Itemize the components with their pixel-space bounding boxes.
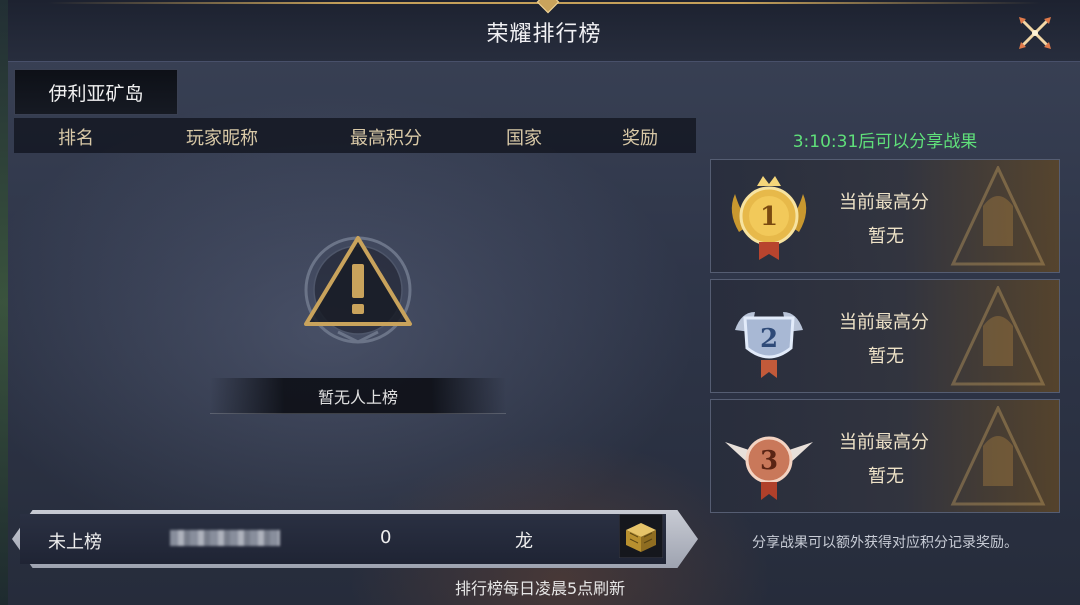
silver-medal-icon: 2 <box>735 312 803 378</box>
share-hint: 分享战果可以额外获得对应积分记录奖励。 <box>752 535 1018 551</box>
treasure-chest-icon[interactable] <box>618 513 664 559</box>
ranking-window: 荣耀排行榜 伊利亚矿岛 排名 玩家昵称 最高积分 国家 奖励 暂无人上榜 未上榜… <box>0 0 1080 605</box>
reward-first-value: 暂无 <box>868 226 904 247</box>
tab-island-label: 伊利亚矿岛 <box>48 82 144 105</box>
title-bar: 荣耀排行榜 <box>8 0 1080 62</box>
reward-third-value: 暂无 <box>868 466 904 487</box>
column-header-reward: 奖励 <box>622 128 658 149</box>
reward-first-title: 当前最高分 <box>839 192 929 213</box>
reward-second-value: 暂无 <box>868 346 904 367</box>
column-header-country: 国家 <box>506 128 542 149</box>
my-nickname-blurred <box>170 530 280 546</box>
my-rank: 未上榜 <box>48 532 102 553</box>
reward-second-title: 当前最高分 <box>839 312 929 333</box>
reward-card-second: 2 当前最高分 暂无 <box>710 279 1060 393</box>
gold-medal-number: 1 <box>760 202 778 232</box>
share-countdown: 3:10:31后可以分享战果 <box>792 132 978 152</box>
my-country: 龙 <box>515 531 533 552</box>
my-score: 0 <box>380 527 392 548</box>
bronze-medal-number: 3 <box>760 446 778 476</box>
column-header-high-score: 最高积分 <box>350 128 422 149</box>
reward-third-title: 当前最高分 <box>839 432 929 453</box>
ranking-table-header: 排名 玩家昵称 最高积分 国家 奖励 <box>14 118 696 153</box>
reward-card-first: 1 当前最高分 暂无 <box>710 159 1060 273</box>
window-title: 荣耀排行榜 <box>486 22 602 47</box>
pharaoh-emblem-icon <box>950 166 1046 266</box>
left-edge-decoration <box>0 0 8 605</box>
silver-medal-number: 2 <box>760 324 778 354</box>
refresh-note-text: 排行榜每日凌晨5点刷新 <box>455 579 626 598</box>
crossed-swords-close-icon[interactable] <box>1016 14 1054 52</box>
title-gem-ornament <box>536 0 560 14</box>
bronze-medal-icon: 3 <box>725 436 813 500</box>
gold-medal-icon: 1 <box>731 176 807 260</box>
pharaoh-emblem-icon <box>950 406 1046 506</box>
column-header-rank: 排名 <box>58 128 94 149</box>
reward-card-third: 3 当前最高分 暂无 <box>710 399 1060 513</box>
warning-triangle-icon <box>298 232 418 350</box>
column-header-nickname: 玩家昵称 <box>186 128 258 149</box>
my-entry-row <box>20 514 666 564</box>
pharaoh-emblem-icon <box>950 286 1046 386</box>
empty-state-text: 暂无人上榜 <box>317 387 398 407</box>
empty-state-message: 暂无人上榜 <box>210 378 506 414</box>
tab-island[interactable]: 伊利亚矿岛 <box>14 69 178 115</box>
